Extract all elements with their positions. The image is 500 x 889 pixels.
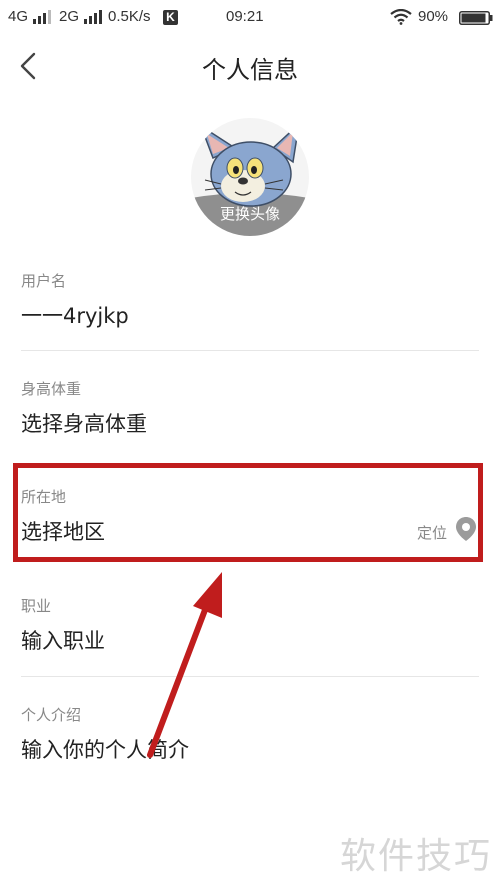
annotation-arrow	[147, 572, 222, 758]
watermark: 软件技巧	[339, 836, 492, 877]
